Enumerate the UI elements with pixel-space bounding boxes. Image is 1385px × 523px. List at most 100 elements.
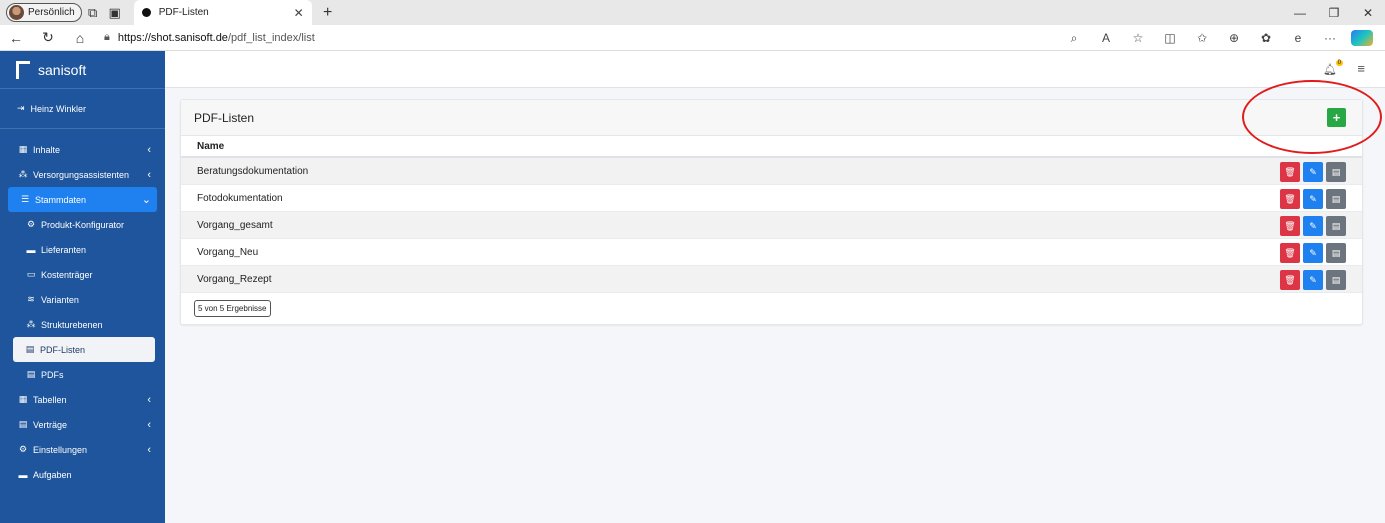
read-aloud-icon[interactable]: A bbox=[1095, 31, 1117, 45]
card-header: PDF-Listen + bbox=[181, 100, 1362, 136]
edit-button[interactable]: ✎ bbox=[1303, 216, 1323, 236]
delete-button[interactable]: 🗑︎ bbox=[1280, 162, 1300, 182]
window-controls: — ❐ ✕ bbox=[1283, 0, 1385, 25]
chevron-left-icon: ‹ bbox=[147, 143, 151, 156]
favorite-star-icon[interactable]: ☆ bbox=[1127, 31, 1149, 45]
url-path: /pdf_list_index/list bbox=[227, 31, 315, 44]
pdf-button[interactable]: ▤ bbox=[1326, 270, 1346, 290]
sidebar-item-inhalte[interactable]: ▦ Inhalte ‹ bbox=[0, 137, 165, 162]
sidebar-item-strukturebenen[interactable]: ⁂ Strukturebenen bbox=[0, 312, 165, 337]
sidebar-item-label: Strukturebenen bbox=[41, 319, 103, 330]
edit-button[interactable]: ✎ bbox=[1303, 243, 1323, 263]
reload-icon[interactable]: ↻ bbox=[32, 29, 64, 46]
workspaces-icon[interactable]: ⧉ bbox=[82, 2, 104, 24]
split-screen-icon[interactable]: ◫ bbox=[1159, 31, 1181, 45]
pdf-button[interactable]: ▤ bbox=[1326, 216, 1346, 236]
edit-button[interactable]: ✎ bbox=[1303, 162, 1323, 182]
avatar bbox=[9, 5, 24, 20]
favorites-icon[interactable]: ✩ bbox=[1191, 31, 1213, 45]
collections-icon[interactable]: ⊕ bbox=[1223, 31, 1245, 45]
sidebar-item-pdf-listen[interactable]: ▤ PDF-Listen bbox=[13, 337, 155, 362]
chevron-left-icon: ‹ bbox=[147, 168, 151, 181]
edit-button[interactable]: ✎ bbox=[1303, 189, 1323, 209]
sanisoft-logo-icon bbox=[16, 60, 30, 79]
edge-icon[interactable]: e bbox=[1287, 31, 1309, 45]
file-contract-icon: ▤ bbox=[18, 419, 28, 429]
table-row: Beratungsdokumentation 🗑︎ ✎ ▤ bbox=[181, 158, 1362, 185]
sidebar-item-aufgaben[interactable]: ▬ Aufgaben bbox=[0, 462, 165, 487]
user-name: Heinz Winkler bbox=[30, 103, 87, 114]
page-title: PDF-Listen bbox=[194, 110, 255, 125]
pdf-button[interactable]: ▤ bbox=[1326, 189, 1346, 209]
row-name: Fotodokumentation bbox=[197, 192, 283, 204]
sidebar-item-einstellungen[interactable]: ⚙ Einstellungen ‹ bbox=[0, 437, 165, 462]
edit-button[interactable]: ✎ bbox=[1303, 270, 1323, 290]
delete-button[interactable]: 🗑︎ bbox=[1280, 243, 1300, 263]
url-field[interactable]: 🔒︎ https://shot.sanisoft.de/pdf_list_ind… bbox=[104, 31, 315, 44]
sidebar-item-tabellen[interactable]: ▦ Tabellen ‹ bbox=[0, 387, 165, 412]
sidebar-item-label: Tabellen bbox=[33, 394, 67, 405]
sidebar-item-vertraege[interactable]: ▤ Verträge ‹ bbox=[0, 412, 165, 437]
sidebar-item-label: Einstellungen bbox=[33, 444, 88, 455]
table-row: Fotodokumentation 🗑︎ ✎ ▤ bbox=[181, 185, 1362, 212]
tab-actions-icon[interactable]: ▣ bbox=[104, 2, 126, 24]
new-tab-icon[interactable]: + bbox=[316, 4, 340, 22]
more-icon[interactable]: ··· bbox=[1319, 31, 1341, 45]
sidebar-item-label: PDF-Listen bbox=[40, 344, 86, 355]
row-name: Beratungsdokumentation bbox=[197, 165, 309, 177]
gear-icon: ⚙ bbox=[18, 444, 28, 454]
brand[interactable]: sanisoft bbox=[0, 51, 165, 89]
table-row: Vorgang_Neu 🗑︎ ✎ ▤ bbox=[181, 239, 1362, 266]
user-link[interactable]: ⇥ Heinz Winkler bbox=[0, 89, 165, 129]
close-tab-icon[interactable]: ✕ bbox=[294, 6, 304, 20]
chevron-left-icon: ‹ bbox=[147, 418, 151, 431]
sitemap-icon: ⁂ bbox=[18, 169, 28, 179]
tab-title: PDF-Listen bbox=[158, 7, 209, 18]
boxes-icon: ▦ bbox=[18, 144, 28, 154]
logout-icon: ⇥ bbox=[17, 103, 25, 113]
copilot-icon[interactable] bbox=[1351, 30, 1373, 46]
sidebar-item-produkt-konfigurator[interactable]: ⚙ Produkt-Konfigurator bbox=[0, 212, 165, 237]
add-button[interactable]: + bbox=[1327, 108, 1346, 127]
address-bar: ← ↻ ⌂ 🔒︎ https://shot.sanisoft.de/pdf_li… bbox=[0, 25, 1385, 51]
delete-button[interactable]: 🗑︎ bbox=[1280, 189, 1300, 209]
table-header: Name bbox=[181, 136, 1362, 158]
zoom-icon[interactable]: ⌕ bbox=[1063, 31, 1085, 46]
table-row: Vorgang_gesamt 🗑︎ ✎ ▤ bbox=[181, 212, 1362, 239]
browser-tab[interactable]: PDF-Listen ✕ bbox=[133, 0, 312, 25]
sidebar-item-label: Varianten bbox=[41, 294, 79, 305]
sidebar-item-lieferanten[interactable]: ▬ Lieferanten bbox=[0, 237, 165, 262]
sidebar-item-versorgungsassistenten[interactable]: ⁂ Versorgungsassistenten ‹ bbox=[0, 162, 165, 187]
minimize-icon[interactable]: — bbox=[1283, 0, 1317, 25]
pdf-button[interactable]: ▤ bbox=[1326, 162, 1346, 182]
sidebar-item-label: PDFs bbox=[41, 369, 64, 380]
sidebar-item-pdfs[interactable]: ▤ PDFs bbox=[0, 362, 165, 387]
pdf-list-card: PDF-Listen + Name Beratungsdokumentation… bbox=[180, 99, 1363, 325]
restore-icon[interactable]: ❐ bbox=[1317, 0, 1351, 25]
sidebar-item-kostentraeger[interactable]: ▭ Kostenträger bbox=[0, 262, 165, 287]
back-icon[interactable]: ← bbox=[0, 30, 32, 46]
close-window-icon[interactable]: ✕ bbox=[1351, 0, 1385, 25]
delete-button[interactable]: 🗑︎ bbox=[1280, 216, 1300, 236]
sidebar-item-varianten[interactable]: ≋ Varianten bbox=[0, 287, 165, 312]
layers-icon: ≋ bbox=[27, 294, 35, 304]
profile-button[interactable]: Persönlich bbox=[6, 3, 82, 22]
brand-name: sanisoft bbox=[38, 61, 87, 78]
delete-button[interactable]: 🗑︎ bbox=[1280, 270, 1300, 290]
hamburger-menu-icon[interactable]: ≡ bbox=[1357, 61, 1365, 76]
home-icon[interactable]: ⌂ bbox=[64, 30, 96, 46]
sidebar-item-stammdaten[interactable]: ☰ Stammdaten ⌄ bbox=[8, 187, 157, 212]
lock-icon: 🔒︎ bbox=[104, 31, 110, 43]
profile-label: Persönlich bbox=[28, 7, 75, 18]
box-icon: ▬ bbox=[26, 244, 36, 255]
bell-icon[interactable]: 🔔︎ 0 bbox=[1323, 60, 1343, 76]
table-icon: ▦ bbox=[18, 394, 28, 404]
sidebar-item-label: Kostenträger bbox=[41, 269, 93, 280]
pdf-button[interactable]: ▤ bbox=[1326, 243, 1346, 263]
pdf-file-icon: ▤ bbox=[25, 344, 35, 354]
row-name: Vorgang_Neu bbox=[197, 246, 259, 258]
chevron-down-icon: ⌄ bbox=[141, 194, 151, 206]
extensions-icon[interactable]: ✿ bbox=[1255, 31, 1277, 45]
notification-badge: 0 bbox=[1335, 60, 1343, 66]
browser-tabbar: Persönlich ⧉ ▣ PDF-Listen ✕ + — ❐ ✕ bbox=[0, 0, 1385, 25]
